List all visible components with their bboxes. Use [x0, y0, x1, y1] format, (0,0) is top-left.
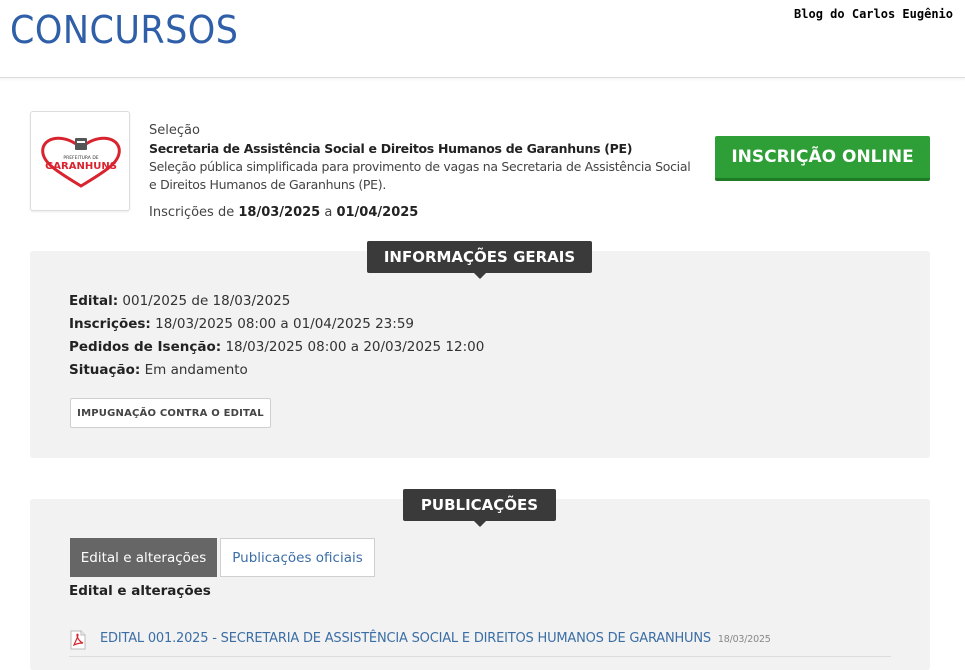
inscricoes-value: 18/03/2025 08:00 a 01/04/2025 23:59 [155, 316, 414, 332]
logo-text-main: GARANHUNS [45, 161, 117, 172]
site-header: CONCURSOS Blog do Carlos Eugênio [0, 0, 965, 78]
publication-title[interactable]: EDITAL 001.2025 - SECRETARIA DE ASSISTÊN… [100, 631, 711, 646]
dates-prefix: Inscrições de [149, 205, 235, 220]
edital-value: 001/2025 de 18/03/2025 [122, 293, 291, 309]
publication-date: 18/03/2025 [717, 634, 771, 645]
info-situacao: Situação: Em andamento [69, 362, 248, 378]
garanhuns-logo-icon: PREFEITURA DE GARANHUNS [41, 136, 121, 188]
situacao-value: Em andamento [144, 362, 248, 378]
info-edital: Edital: 001/2025 de 18/03/2025 [69, 293, 290, 309]
garanhuns-logo: PREFEITURA DE GARANHUNS [30, 111, 130, 211]
tab-publicacoes-oficiais[interactable]: Publicações oficiais [220, 538, 375, 577]
pdf-icon [70, 630, 86, 650]
info-isencao: Pedidos de Isenção: 18/03/2025 08:00 a 2… [69, 339, 484, 355]
watermark-text: Blog do Carlos Eugênio [794, 7, 953, 21]
publications-title: PUBLICAÇÕES [403, 489, 556, 527]
inscricoes-label: Inscrições: [69, 316, 151, 332]
isencao-value: 18/03/2025 08:00 a 20/03/2025 12:00 [225, 339, 485, 355]
selection-organization: Secretaria de Assistência Social e Direi… [149, 141, 633, 156]
date-start: 18/03/2025 [238, 205, 321, 220]
date-end: 01/04/2025 [336, 205, 419, 220]
tab-edital-alteracoes[interactable]: Edital e alterações [70, 538, 217, 577]
situacao-label: Situação: [69, 362, 141, 378]
selection-description: Seleção pública simplificada para provim… [149, 159, 691, 192]
online-signup-button[interactable]: INSCRIÇÃO ONLINE [715, 136, 930, 181]
subsection-title: Edital e alterações [69, 583, 211, 599]
dates-separator: a [324, 205, 333, 220]
general-info-title: INFORMAÇÕES GERAIS [367, 241, 592, 279]
edital-label: Edital: [69, 293, 119, 309]
selection-kind: Seleção [149, 123, 200, 138]
page-title: CONCURSOS [10, 8, 239, 52]
impugnacao-button[interactable]: IMPUGNAÇÃO CONTRA O EDITAL [70, 398, 271, 428]
publication-link[interactable]: EDITAL 001.2025 - SECRETARIA DE ASSISTÊN… [100, 631, 771, 646]
isencao-label: Pedidos de Isenção: [69, 339, 222, 355]
selection-dates: Inscrições de 18/03/2025 a 01/04/2025 [149, 205, 418, 220]
list-item: EDITAL 001.2025 - SECRETARIA DE ASSISTÊN… [69, 627, 891, 657]
info-inscricoes: Inscrições: 18/03/2025 08:00 a 01/04/202… [69, 316, 414, 332]
